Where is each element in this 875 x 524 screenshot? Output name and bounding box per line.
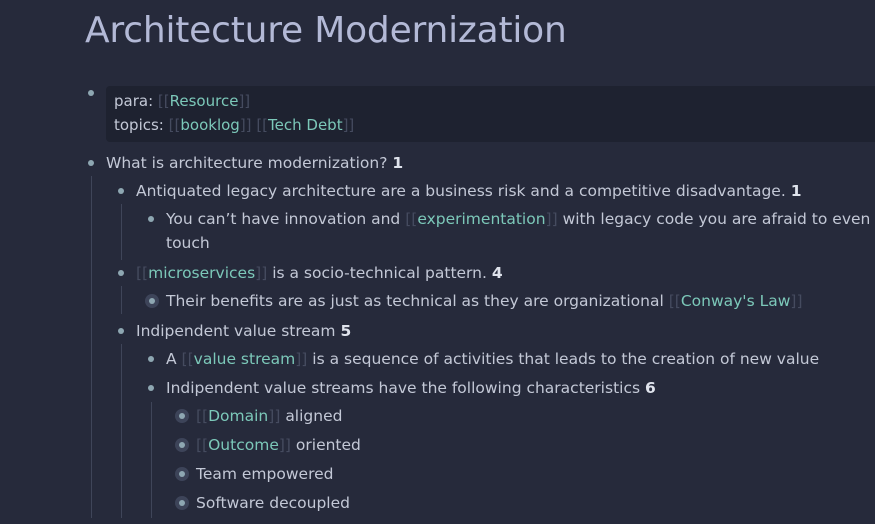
block-text[interactable]: [[microservices]] is a socio-technical p… [136, 261, 503, 285]
block-bullet[interactable] [88, 160, 94, 166]
page-link[interactable]: Tech Debt [268, 116, 343, 134]
block-text[interactable]: A [[value stream]] is a sequence of acti… [166, 347, 819, 371]
block-text[interactable]: [[Domain]] aligned [196, 404, 342, 428]
child-count: 4 [491, 264, 503, 282]
collapsed-bullet[interactable] [175, 438, 189, 452]
block-text[interactable]: Software decoupled [196, 491, 350, 515]
block-bullet[interactable] [148, 216, 154, 222]
page-title: Architecture Modernization [85, 10, 567, 51]
child-count: 1 [790, 182, 802, 200]
block-bullet[interactable] [148, 385, 154, 391]
block-bullet[interactable] [118, 328, 124, 334]
block-content: Software decoupled [196, 494, 350, 512]
block-text[interactable]: Antiquated legacy architecture are a bus… [136, 179, 802, 203]
indent-guide [121, 286, 122, 314]
collapsed-bullet[interactable] [145, 294, 159, 308]
indent-guide [91, 176, 92, 518]
child-count: 1 [392, 154, 404, 172]
indent-guide [121, 204, 122, 260]
block-content: oriented [295, 436, 361, 454]
block-content: A [166, 350, 177, 368]
block-text[interactable]: Their benefits are as just as technical … [166, 289, 803, 313]
block-content: touch [166, 234, 210, 252]
page-link[interactable]: microservices [148, 264, 255, 282]
block-text[interactable]: Team empowered [196, 462, 333, 486]
block-text[interactable]: Indipendent value stream 5 [136, 319, 351, 343]
collapsed-bullet[interactable] [175, 467, 189, 481]
child-count: 6 [644, 379, 656, 397]
page-link[interactable]: Outcome [208, 436, 279, 454]
page-link[interactable]: Conway's Law [681, 292, 791, 310]
indent-guide [121, 344, 122, 518]
block-content: What is architecture modernization? [106, 154, 388, 172]
block-text[interactable]: Indipendent value streams have the follo… [166, 376, 656, 400]
block-content: with legacy code you are afraid to even [562, 210, 871, 228]
block-content: You can’t have innovation and [166, 210, 401, 228]
page-link[interactable]: value stream [194, 350, 296, 368]
block-content: is a socio-technical pattern. [272, 264, 487, 282]
prop-key: para: [114, 92, 154, 110]
page-link[interactable]: booklog [180, 116, 239, 134]
block-content: Antiquated legacy architecture are a bus… [136, 182, 786, 200]
properties-bullet[interactable] [88, 90, 94, 96]
collapsed-bullet[interactable] [175, 496, 189, 510]
page-link[interactable]: experimentation [417, 210, 545, 228]
block-bullet[interactable] [148, 356, 154, 362]
block-content: is a sequence of activities that leads t… [312, 350, 820, 368]
block-content: Team empowered [196, 465, 334, 483]
prop-para: para: [[Resource]] [114, 92, 251, 110]
block-text[interactable]: What is architecture modernization? 1 [106, 151, 403, 175]
indent-guide [151, 402, 152, 518]
prop-topics: topics: [[booklog]] [[Tech Debt]] [114, 116, 355, 134]
page-link[interactable]: Domain [208, 407, 268, 425]
block-content: Indipendent value streams have the follo… [166, 379, 641, 397]
child-count: 5 [340, 322, 352, 340]
block-text-wrap: touch [166, 231, 210, 255]
page-link[interactable]: Resource [170, 92, 239, 110]
block-content: aligned [285, 407, 343, 425]
collapsed-bullet[interactable] [175, 409, 189, 423]
prop-key: topics: [114, 116, 164, 134]
block-text[interactable]: [[Outcome]] oriented [196, 433, 361, 457]
properties-block: para: [[Resource]] topics: [[booklog]] [… [106, 86, 875, 142]
block-bullet[interactable] [118, 270, 124, 276]
block-bullet[interactable] [118, 188, 124, 194]
block-text[interactable]: You can’t have innovation and [[experime… [166, 207, 870, 231]
block-content: Indipendent value stream [136, 322, 336, 340]
block-content: Their benefits are as just as technical … [166, 292, 664, 310]
